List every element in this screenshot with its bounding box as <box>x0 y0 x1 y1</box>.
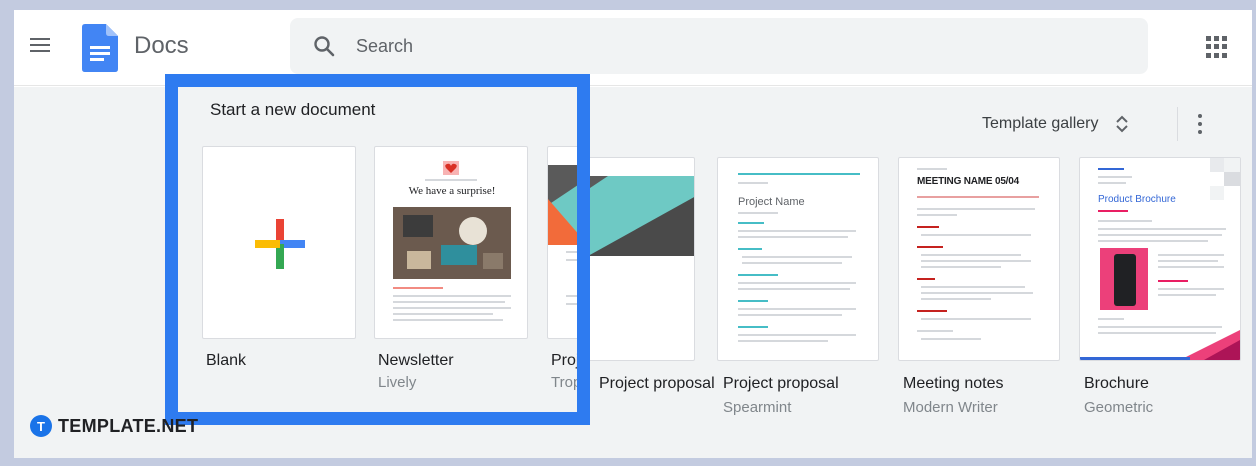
docs-logo-icon[interactable] <box>82 24 118 72</box>
thumb-title: Product Brochure <box>1098 194 1176 205</box>
geometric-pattern-icon <box>1210 158 1240 200</box>
template-net-logo-icon: T <box>30 415 52 437</box>
template-thumbnail[interactable]: Product Brochure <box>1079 157 1241 361</box>
template-name: Project proposal <box>723 375 839 392</box>
template-subtitle: Modern Writer <box>903 399 998 416</box>
google-apps-icon[interactable] <box>1206 36 1228 58</box>
template-thumbnail[interactable]: MEETING NAME 05/04 <box>898 157 1060 361</box>
thumb-title: Project Name <box>738 196 805 208</box>
template-name: Meeting notes <box>903 375 1004 392</box>
search-bar[interactable] <box>290 18 1148 74</box>
watermark-text: TEMPLATE.NET <box>58 415 199 436</box>
toolbar-divider <box>1177 107 1178 141</box>
search-icon[interactable] <box>312 34 336 58</box>
more-options-icon[interactable] <box>1196 111 1204 137</box>
phone-image <box>1114 254 1136 306</box>
template-subtitle: Geometric <box>1084 399 1154 416</box>
geometric-corner-icon <box>1180 330 1240 360</box>
template-meeting-notes[interactable]: MEETING NAME 05/04 Meeting notes Modern … <box>898 157 1060 417</box>
hamburger-line <box>30 44 50 46</box>
thumb-title: MEETING NAME 05/04 <box>917 176 1019 187</box>
main-menu-button[interactable] <box>26 34 54 62</box>
hamburger-line <box>30 50 50 52</box>
template-name: Project proposal <box>599 375 715 392</box>
template-name: Brochure <box>1084 375 1149 392</box>
template-gallery-button[interactable]: Template gallery <box>982 113 1129 135</box>
highlight-box <box>165 74 590 425</box>
docs-home: Docs Template gallery P <box>14 10 1252 458</box>
template-thumbnail[interactable]: Project Name <box>717 157 879 361</box>
template-project-proposal-spearmint[interactable]: Project Name Project proposal Spearmint <box>717 157 879 417</box>
unfold-icon <box>1115 115 1128 133</box>
hamburger-line <box>30 38 50 40</box>
template-brochure-geometric[interactable]: Product Brochure Brochure Geometric <box>1079 157 1241 417</box>
brochure-accent <box>1080 357 1190 360</box>
watermark: T TEMPLATE.NET <box>30 414 198 438</box>
search-input[interactable] <box>356 32 1116 60</box>
template-gallery-label: Template gallery <box>982 115 1099 132</box>
template-subtitle: Spearmint <box>723 399 792 416</box>
app-title[interactable]: Docs <box>134 32 189 60</box>
